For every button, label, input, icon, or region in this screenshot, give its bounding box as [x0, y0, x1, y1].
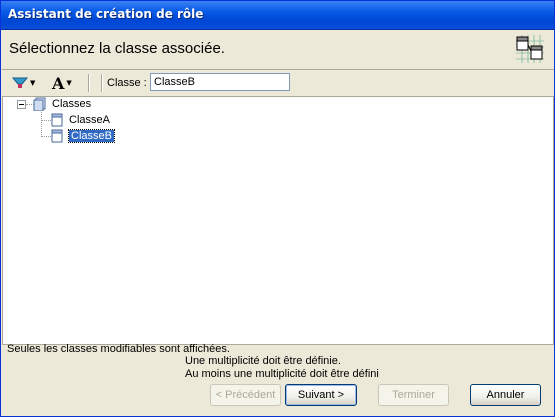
font-icon: A	[52, 73, 65, 93]
class-wizard-icon	[516, 35, 544, 63]
tree-item-label-selected: ClasseB	[68, 129, 115, 143]
tree-connector	[41, 109, 43, 137]
class-tree[interactable]: Classes ClasseA ClasseB	[2, 96, 554, 345]
collapse-toggle[interactable]	[17, 100, 26, 109]
toolbar-divider	[88, 74, 90, 92]
tree-item-classeb[interactable]: ClasseB	[51, 129, 115, 143]
class-icon	[51, 113, 63, 127]
filter-icon	[12, 77, 28, 88]
font-button[interactable]: A ▼	[52, 73, 72, 93]
validation-message: Au moins une multiplicité doit être défi…	[185, 368, 379, 380]
tree-root-label: Classes	[52, 98, 92, 110]
next-button[interactable]: Suivant >	[285, 384, 357, 406]
classe-label: Classe :	[107, 77, 147, 89]
status-info: Seules les classes modifiables sont affi…	[7, 343, 230, 355]
previous-button[interactable]: < Précédent	[210, 384, 281, 406]
instruction-text: Sélectionnez la classe associée.	[9, 40, 225, 57]
chevron-down-icon: ▼	[66, 79, 72, 87]
filter-button[interactable]: ▼	[12, 73, 35, 93]
package-icon	[33, 97, 46, 111]
title-bar[interactable]: Assistant de création de rôle	[1, 1, 554, 30]
classe-input[interactable]: ClasseB	[150, 73, 290, 91]
tree-item-label: ClasseA	[69, 114, 110, 126]
wizard-header: Sélectionnez la classe associée.	[1, 30, 554, 68]
validation-message: Une multiplicité doit être définie.	[185, 355, 341, 367]
toolbar: ▼ A ▼ Classe : ClasseB	[2, 69, 554, 97]
tree-root-classes[interactable]: Classes	[33, 97, 91, 111]
toolbar-divider	[101, 74, 103, 92]
window-title: Assistant de création de rôle	[8, 7, 204, 21]
wizard-window: Assistant de création de rôle Sélectionn…	[0, 0, 555, 417]
chevron-down-icon: ▼	[30, 79, 36, 87]
cancel-button[interactable]: Annuler	[470, 384, 541, 406]
class-icon	[51, 129, 63, 143]
finish-button[interactable]: Terminer	[378, 384, 449, 406]
tree-item-classea[interactable]: ClasseA	[51, 113, 110, 127]
